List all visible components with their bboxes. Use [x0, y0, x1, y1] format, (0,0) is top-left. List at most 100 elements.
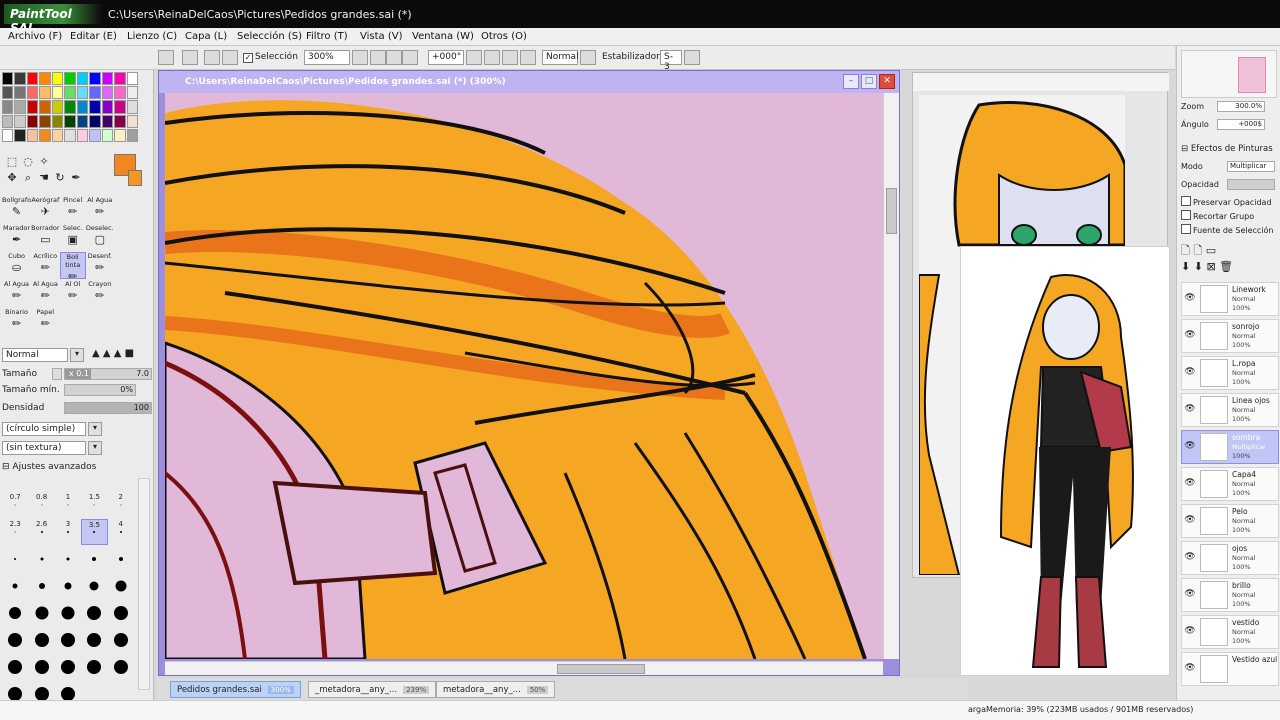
brush-size-preset[interactable] — [55, 573, 81, 599]
palette-swatch[interactable] — [76, 128, 89, 142]
zoom-dropdown[interactable] — [352, 50, 368, 65]
menu-vista[interactable]: Vista (V) — [360, 31, 402, 42]
palette-swatch[interactable] — [89, 128, 101, 142]
rotate-icon[interactable]: ↻ — [53, 171, 67, 185]
palette-swatch[interactable] — [2, 72, 14, 86]
brush-size-preset[interactable] — [28, 654, 54, 680]
palette-swatch[interactable] — [2, 100, 14, 114]
layer-row[interactable]: 👁 vestido Normal 100% — [1181, 615, 1279, 649]
delete-layer-icon[interactable]: 🗑 — [1219, 260, 1233, 273]
eye-icon[interactable]: 👁 — [1184, 589, 1196, 599]
palette-swatch[interactable] — [101, 128, 114, 142]
palette-swatch[interactable] — [26, 100, 39, 114]
brush-size-preset[interactable] — [2, 573, 28, 599]
layer-row[interactable]: 👁 Capa4 Normal 100% — [1181, 467, 1279, 501]
palette-swatch[interactable] — [14, 72, 26, 86]
palette-swatch[interactable] — [114, 86, 126, 100]
stabilizer-dropdown[interactable] — [684, 50, 700, 65]
select-none-button[interactable] — [182, 50, 198, 65]
menu-capa[interactable]: Capa (L) — [185, 31, 227, 42]
layer-row[interactable]: 👁 Vestido azul — [1181, 652, 1279, 686]
brush-size-preset[interactable]: 3 — [55, 519, 81, 545]
brush-size-preset[interactable] — [81, 627, 107, 653]
layer-row[interactable]: 👁 Linework Normal 100% — [1181, 282, 1279, 316]
brush-size-preset[interactable] — [2, 627, 28, 653]
vertical-scroll-thumb[interactable] — [886, 188, 897, 234]
palette-swatch[interactable] — [14, 86, 26, 100]
brush-shape-select[interactable]: (círculo simple) — [2, 422, 86, 436]
layer-row[interactable]: 👁 brillo Normal 100% — [1181, 578, 1279, 612]
eye-icon[interactable]: 👁 — [1184, 478, 1196, 488]
brush-size-preset[interactable] — [81, 573, 107, 599]
brush-tool[interactable]: Marador ✒ — [2, 224, 31, 251]
palette-swatch[interactable] — [101, 72, 114, 86]
canvas-vertical-scrollbar[interactable] — [883, 93, 899, 659]
eye-icon[interactable]: 👁 — [1184, 663, 1196, 673]
menu-filtro[interactable]: Filtro (T) — [306, 31, 348, 42]
merge-down-icon[interactable]: ⬇ — [1194, 260, 1203, 273]
menu-editar[interactable]: Editar (E) — [70, 31, 117, 42]
palette-swatch[interactable] — [51, 86, 64, 100]
menu-lienzo[interactable]: Lienzo (C) — [127, 31, 177, 42]
palette-swatch[interactable] — [64, 114, 76, 128]
horizontal-scroll-thumb[interactable] — [557, 664, 645, 674]
selection-source-box[interactable] — [1181, 224, 1191, 234]
palette-swatch[interactable] — [26, 86, 39, 100]
palette-swatch[interactable] — [126, 100, 138, 114]
palette-swatch[interactable] — [26, 72, 39, 86]
brush-size-preset[interactable]: 0.8 — [28, 492, 54, 518]
palette-swatch[interactable] — [89, 100, 101, 114]
new-linework-icon[interactable]: 🗋 — [1193, 244, 1202, 257]
clear-selection-button[interactable] — [222, 50, 238, 65]
rotation-field[interactable]: +000° — [428, 50, 464, 65]
brush-tool[interactable]: Cubo ⛀ — [2, 252, 31, 279]
preserve-opacity-checkbox[interactable]: Preservar Opacidad — [1181, 196, 1272, 207]
size-slider[interactable]: x 0.1 7.0 — [64, 368, 152, 380]
secondary-color-swatch[interactable] — [128, 170, 142, 186]
menu-otros[interactable]: Otros (O) — [481, 31, 527, 42]
brush-texture-select[interactable]: (sin textura) — [2, 441, 86, 455]
palette-swatch[interactable] — [14, 100, 26, 114]
brush-size-preset[interactable] — [2, 600, 28, 626]
palette-swatch[interactable] — [76, 72, 89, 86]
zoom-field[interactable]: 300% — [304, 50, 350, 65]
brush-size-preset[interactable]: 4 — [108, 519, 134, 545]
selection-toggle[interactable]: ✓ Selección — [243, 52, 298, 63]
brush-size-preset[interactable] — [55, 627, 81, 653]
brush-tool[interactable]: Boli tinta ✏ — [59, 252, 86, 283]
eye-icon[interactable]: 👁 — [1184, 626, 1196, 636]
brush-size-preset[interactable] — [2, 654, 28, 680]
zoom-in-button[interactable] — [386, 50, 402, 65]
brush-tool[interactable]: Crayon ✏ — [86, 280, 114, 307]
hand-icon[interactable]: ☚ — [37, 171, 51, 185]
brush-tool[interactable]: Desenf. ✏ — [86, 252, 114, 279]
eye-icon[interactable]: 👁 — [1184, 293, 1196, 303]
brush-size-preset[interactable] — [55, 546, 81, 572]
layer-row[interactable]: 👁 L.ropa Normal 100% — [1181, 356, 1279, 390]
zoom-out-button[interactable] — [370, 50, 386, 65]
palette-swatch[interactable] — [39, 128, 51, 142]
palette-swatch[interactable] — [114, 128, 126, 142]
palette-swatch[interactable] — [14, 114, 26, 128]
brush-size-preset[interactable] — [28, 573, 54, 599]
density-slider[interactable]: 100 — [64, 402, 152, 414]
palette-swatch[interactable] — [26, 128, 39, 142]
palette-swatch[interactable] — [14, 128, 26, 142]
brush-mode-dropdown[interactable]: ▾ — [70, 348, 84, 362]
brush-size-preset[interactable] — [55, 600, 81, 626]
brush-size-preset[interactable] — [28, 600, 54, 626]
brush-tool[interactable]: Papel ✏ — [31, 308, 59, 335]
nav-zoom-field[interactable]: 300.0% — [1217, 101, 1265, 112]
menu-ventana[interactable]: Ventana (W) — [412, 31, 474, 42]
brush-tool[interactable]: Selec. ▣ — [60, 224, 86, 251]
close-button[interactable]: ✕ — [879, 74, 895, 89]
brush-tool[interactable]: Bolígrafo ✎ — [2, 196, 31, 223]
brush-tool[interactable]: Aerógraf ✈ — [31, 196, 59, 223]
transfer-down-icon[interactable]: ⬇ — [1181, 260, 1190, 273]
selection-source-checkbox[interactable]: Fuente de Selección — [1181, 224, 1274, 235]
palette-swatch[interactable] — [126, 114, 138, 128]
palette-swatch[interactable] — [76, 100, 89, 114]
canvas-toggle-button[interactable] — [158, 50, 174, 65]
rotate-left-button[interactable] — [466, 50, 482, 65]
palette-swatch[interactable] — [64, 128, 76, 142]
